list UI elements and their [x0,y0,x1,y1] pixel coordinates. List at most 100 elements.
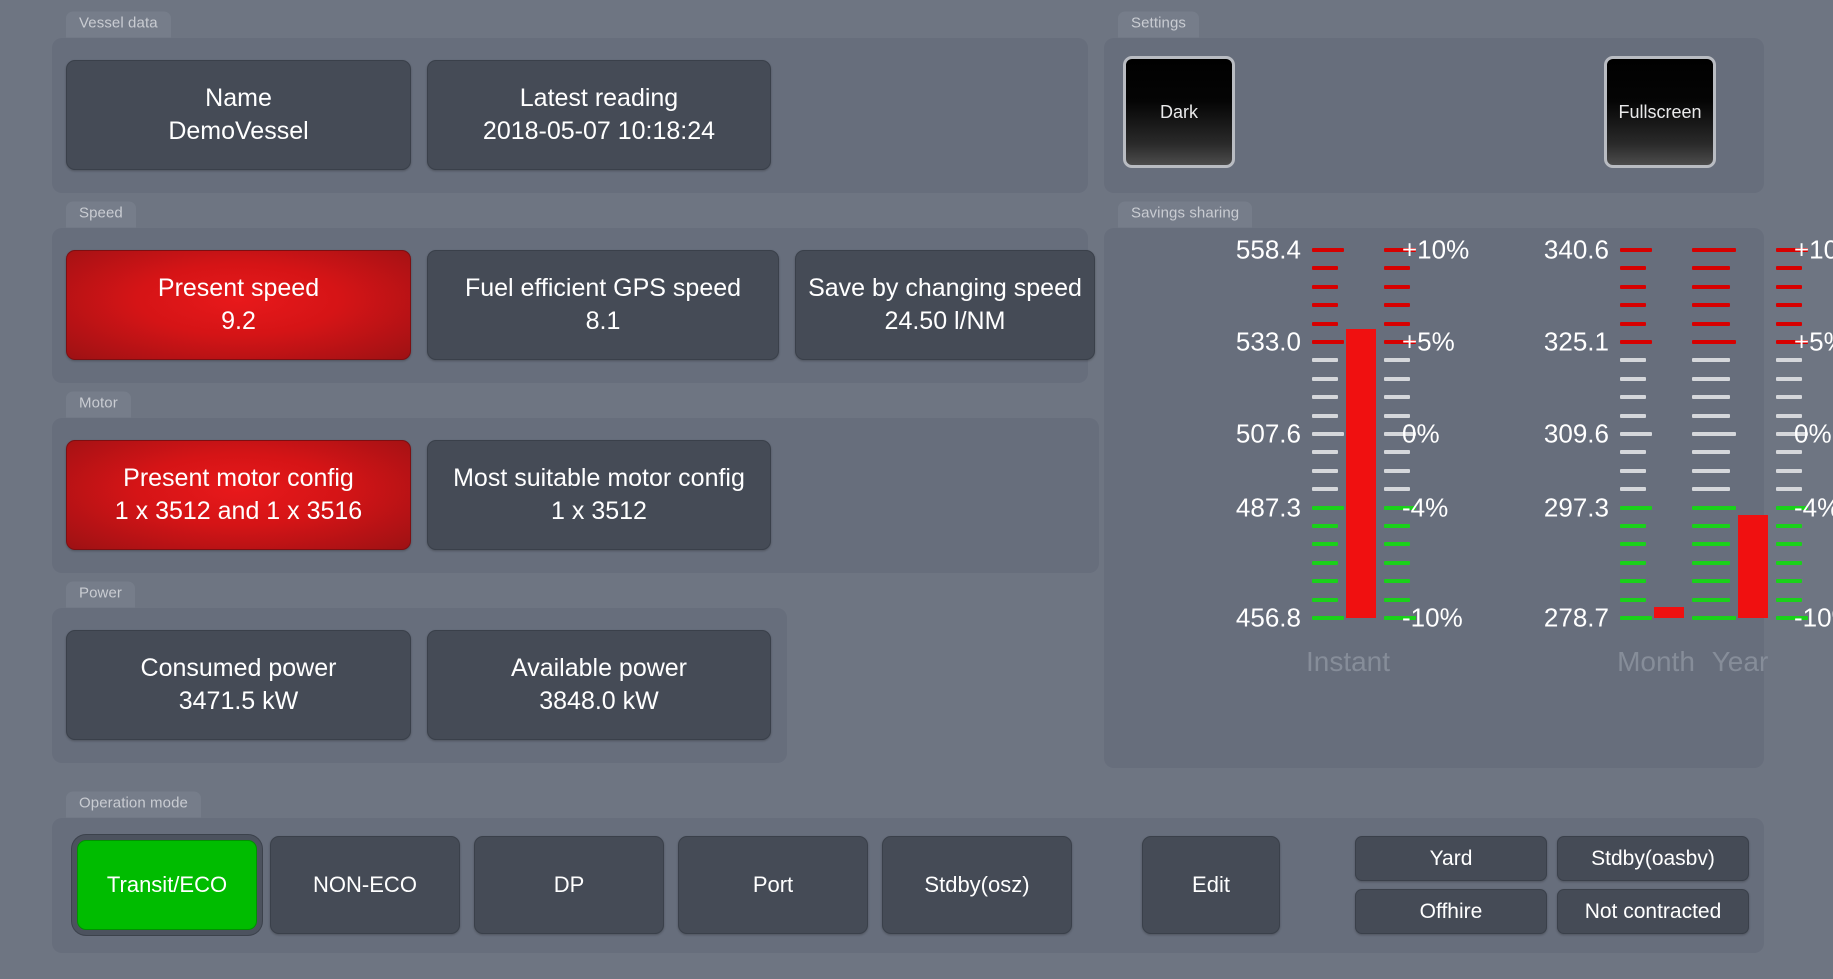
gauge-tick [1384,321,1410,326]
dark-mode-button[interactable]: Dark [1123,56,1235,168]
gauge-tick [1312,284,1338,289]
gauge-tick [1620,487,1646,492]
gauge-tick [1704,487,1730,492]
mode-button-transit-eco[interactable]: Transit/ECO [77,840,257,930]
edit-button[interactable]: Edit [1142,836,1280,934]
gauge-caption-year: Year [1711,646,1769,677]
gauge-tick [1620,340,1652,344]
gauge-tick [1312,579,1338,584]
gauge-tick [1620,505,1652,510]
most-suitable-motor-config-value: 1 x 3512 [551,497,647,525]
mode-button-port[interactable]: Port [678,836,868,934]
most-suitable-motor-config-tile[interactable]: Most suitable motor config 1 x 3512 [427,440,771,550]
gauge-tick [1776,450,1802,455]
gauge-tick [1620,579,1646,584]
present-speed-tile[interactable]: Present speed 9.2 [66,250,411,360]
gauge-tick [1776,303,1802,308]
gauge-value-label: 278.7 [1543,602,1609,633]
motor-panel: Motor Present motor config 1 x 3512 and … [52,391,1099,573]
gauge-tick [1620,358,1646,363]
gauge-tick [1312,542,1338,547]
save-by-changing-speed-value: 24.50 l/NM [884,307,1006,335]
mode-button-dp[interactable]: DP [474,836,664,934]
mode-button-stdby-osz[interactable]: Stdby(osz) [882,836,1072,934]
dashboard-root: Vessel data Name DemoVessel Latest readi… [0,0,1833,979]
most-suitable-motor-config-title: Most suitable motor config [453,463,745,492]
gauge-tick [1620,284,1646,289]
power-legend: Power [66,581,136,607]
edit-label: Edit [1192,872,1230,897]
gauge-tick [1704,340,1736,344]
available-power-value: 3848.0 kW [539,687,659,715]
gauges-container: 558.4 533.0 507.6 487.3 456.8 +10% +5% 0% -4% -10… [1104,228,1833,768]
gauge-tick [1384,450,1410,455]
gauge-tick [1312,468,1338,473]
gauge-tick [1704,266,1730,271]
gauge-tick [1312,524,1338,528]
gauge-tick [1620,321,1646,326]
gauge-tick [1776,413,1802,418]
gauge-value-label: 297.3 [1543,492,1609,523]
gauge-percent-label: +5% [1794,326,1833,357]
vessel-name-title: Name [205,83,272,112]
status-label-not-contracted: Not contracted [1584,899,1722,923]
gauge-tick [1704,395,1730,400]
gauge-tick [1620,597,1646,602]
gauge-tick [1704,560,1730,565]
gauge-tick [1704,542,1730,547]
present-speed-title: Present speed [157,273,320,302]
mode-label-stdby-osz: Stdby(osz) [924,872,1030,897]
gauge-tick [1620,266,1646,271]
vessel-name-value: DemoVessel [168,117,309,145]
gauge-tick [1776,579,1802,584]
gauge-tick [1704,248,1736,252]
operation-mode-panel: Operation mode Transit/ECO NON-ECO DP Po… [52,791,1764,953]
present-motor-config-title: Present motor config [123,463,354,492]
gauge-tick [1776,542,1802,547]
consumed-power-tile[interactable]: Consumed power 3471.5 kW [66,630,411,740]
mode-label-non-eco: NON-ECO [313,872,417,897]
gauge-bar-year [1738,515,1768,618]
gauge-tick [1312,487,1338,492]
gauge-value-label: 325.1 [1543,326,1609,357]
gauge-tick [1620,395,1646,400]
gauge-tick [1704,303,1730,308]
gauge-tick [1704,468,1730,473]
gauge-tick [1620,432,1652,436]
gauge-caption-instant: Instant [1305,646,1391,677]
gauge-tick [1312,413,1338,418]
gauge-tick [1704,616,1736,620]
save-by-changing-speed-tile[interactable]: Save by changing speed 24.50 l/NM [795,250,1095,360]
gauge-tick [1776,468,1802,473]
gauge-tick [1776,284,1802,289]
gauge-tick [1620,450,1646,455]
settings-legend: Settings [1118,11,1199,37]
available-power-tile[interactable]: Available power 3848.0 kW [427,630,771,740]
present-motor-config-tile[interactable]: Present motor config 1 x 3512 and 1 x 35… [66,440,411,550]
fullscreen-label: Fullscreen [1618,101,1702,122]
vessel-data-panel: Vessel data Name DemoVessel Latest readi… [52,11,1088,193]
gauge-tick [1384,524,1410,528]
status-button-offhire[interactable]: Offhire [1355,889,1547,934]
gauge-tick [1312,597,1338,602]
gauge-bar-instant [1346,329,1376,618]
gauge-tick [1384,597,1410,602]
fuel-efficient-gps-speed-title: Fuel efficient GPS speed [464,273,742,302]
gauge-tick [1312,560,1338,565]
operation-mode-legend: Operation mode [66,791,201,817]
fullscreen-button[interactable]: Fullscreen [1604,56,1716,168]
gauge-tick [1620,542,1646,547]
gauge-value-label: 340.6 [1543,234,1609,265]
gauge-tick [1704,321,1730,326]
latest-reading-tile[interactable]: Latest reading 2018-05-07 10:18:24 [427,60,771,170]
vessel-name-tile[interactable]: Name DemoVessel [66,60,411,170]
status-button-stdby-oasbv[interactable]: Stdby(oasbv) [1557,836,1749,881]
mode-button-non-eco[interactable]: NON-ECO [270,836,460,934]
status-label-yard: Yard [1429,846,1473,870]
gauge-tick [1384,487,1410,492]
fuel-efficient-gps-speed-tile[interactable]: Fuel efficient GPS speed 8.1 [427,250,779,360]
status-button-not-contracted[interactable]: Not contracted [1557,889,1749,934]
gauge-tick [1620,524,1646,528]
gauge-tick [1620,468,1646,473]
status-button-yard[interactable]: Yard [1355,836,1547,881]
